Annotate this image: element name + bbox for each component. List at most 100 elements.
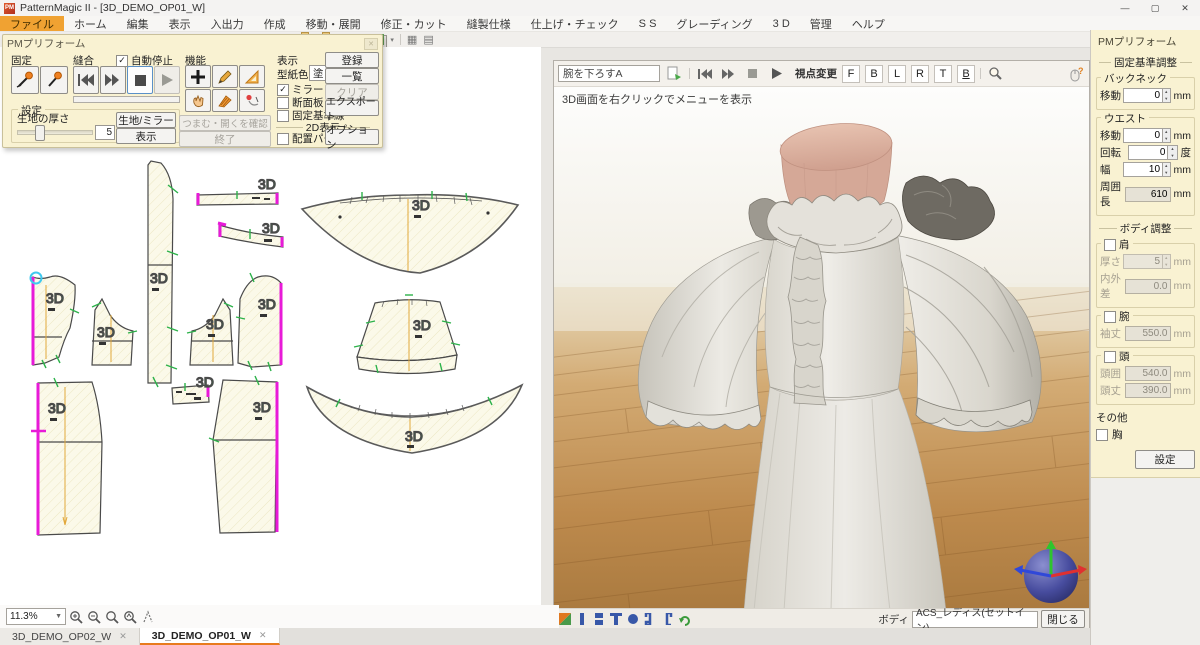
viewer-3d-scene[interactable]: 3D画面を右クリックでメニューを表示 — [554, 87, 1089, 608]
pattern-piece[interactable]: 3D — [209, 376, 277, 533]
anim-to-start-button[interactable] — [695, 65, 714, 82]
form-icon[interactable]: ▤ — [423, 34, 433, 46]
viewer-tool-icon-2[interactable] — [592, 612, 606, 626]
view-front-button[interactable]: F — [842, 65, 860, 83]
menu-help[interactable]: ヘルプ — [842, 16, 895, 31]
pattern-piece[interactable]: 3D — [197, 176, 278, 205]
minimize-button[interactable]: — — [1110, 1, 1140, 16]
menu-edit[interactable]: 編集 — [117, 16, 159, 31]
refresh-icon[interactable] — [677, 612, 691, 626]
tab-3d-demo-op02[interactable]: 3D_DEMO_OP02_W✕ — [0, 628, 140, 645]
slider-thumb[interactable] — [35, 125, 45, 141]
menu-sewing-spec[interactable]: 縫製仕様 — [457, 16, 521, 31]
waist-width-input[interactable] — [1123, 162, 1163, 177]
pattern-piece[interactable]: 3D — [354, 295, 460, 374]
register-button[interactable]: 登録 — [325, 52, 379, 68]
list-button[interactable]: 一覧 — [325, 68, 379, 84]
menu-ss[interactable]: S S — [629, 16, 667, 31]
pattern-piece[interactable]: 3D — [218, 220, 283, 247]
zoom-fit-icon[interactable] — [122, 609, 138, 625]
spinner-control[interactable]: ▲▼ — [1168, 145, 1177, 160]
pinch-open-check-button[interactable]: つまむ・開くを確認 — [179, 115, 271, 131]
menu-modify-cut[interactable]: 修正・カット — [371, 16, 457, 31]
zoom-region-icon[interactable] — [140, 609, 156, 625]
close-3d-button[interactable]: 閉じる — [1041, 610, 1085, 628]
magnifier-icon[interactable] — [986, 65, 1005, 82]
pattern-piece[interactable]: 3D — [307, 385, 522, 453]
texture-toggle-icon[interactable] — [558, 612, 572, 626]
spinner-control[interactable]: ▲▼ — [1163, 88, 1170, 103]
dropdown-arrow-icon[interactable]: ▾ — [390, 34, 394, 46]
sew-to-start-button[interactable] — [73, 66, 99, 94]
menu-create[interactable]: 作成 — [254, 16, 296, 31]
tab-close-icon[interactable]: ✕ — [259, 630, 267, 641]
view-bottom-button[interactable]: B — [957, 65, 975, 83]
pin-sew-button[interactable] — [11, 66, 39, 94]
table-icon[interactable]: ▦ — [407, 34, 417, 46]
menu-io[interactable]: 入出力 — [201, 16, 254, 31]
backneck-move-input[interactable] — [1123, 88, 1163, 103]
pen-tool-button[interactable] — [212, 65, 238, 88]
help-mouse-icon[interactable]: ? — [1066, 65, 1085, 82]
spinner-control[interactable]: ▲▼ — [1163, 128, 1170, 143]
fold-tool-button[interactable] — [212, 89, 238, 112]
viewer-tool-icon-6[interactable] — [660, 612, 674, 626]
viewer-tool-icon-5[interactable] — [643, 612, 657, 626]
menu-move-expand[interactable]: 移動・展開 — [296, 16, 371, 31]
anim-stop-button[interactable] — [743, 65, 762, 82]
set-square-tool-button[interactable] — [239, 65, 265, 88]
pattern-piece[interactable]: 3D — [31, 378, 102, 535]
shoulder-checkbox[interactable] — [1104, 239, 1116, 251]
menu-3d[interactable]: 3 D — [763, 16, 800, 31]
display-button[interactable]: 表示 — [116, 128, 176, 144]
pin-curve-tool-button[interactable] — [239, 89, 265, 112]
view-left-button[interactable]: L — [888, 65, 906, 83]
move-tool-button[interactable] — [185, 65, 211, 88]
sidebar-settings-button[interactable]: 設定 — [1135, 450, 1195, 469]
waist-move-input[interactable] — [1123, 128, 1163, 143]
waist-rotate-input[interactable] — [1128, 145, 1168, 160]
view-back-button[interactable]: B — [865, 65, 883, 83]
menu-file[interactable]: ファイル — [0, 16, 64, 31]
sew-play-button[interactable] — [154, 66, 180, 94]
chest-checkbox[interactable] — [1096, 429, 1108, 441]
sew-stop-button[interactable] — [127, 66, 153, 94]
body-name-field[interactable]: ACS_レディス(セットイン) — [912, 611, 1038, 628]
spinner-control[interactable]: ▲▼ — [1163, 162, 1170, 177]
pattern-piece[interactable]: 3D — [302, 191, 518, 273]
viewer-tool-icon-3[interactable] — [609, 612, 623, 626]
viewer-tool-icon-4[interactable] — [626, 612, 640, 626]
zoom-in-icon[interactable] — [68, 609, 84, 625]
zoom-out-icon[interactable] — [86, 609, 102, 625]
pattern-piece[interactable]: 3D — [92, 299, 137, 365]
tab-3d-demo-op01[interactable]: 3D_DEMO_OP01_W✕ — [140, 628, 280, 645]
fabric-thickness-slider[interactable] — [17, 130, 93, 135]
export-button[interactable]: エクスポート — [325, 100, 379, 116]
arm-checkbox[interactable] — [1104, 311, 1116, 323]
hand-tool-button[interactable] — [185, 89, 211, 112]
tab-close-icon[interactable]: ✕ — [119, 631, 127, 642]
menu-finish-check[interactable]: 仕上げ・チェック — [521, 16, 629, 31]
close-button[interactable]: ✕ — [1170, 1, 1200, 16]
view-right-button[interactable]: R — [911, 65, 929, 83]
zoom-level-select[interactable]: 11.3%▼ — [6, 608, 66, 625]
zoom-tool-icon[interactable] — [104, 609, 120, 625]
apply-pose-icon[interactable] — [665, 65, 684, 82]
panel-close-icon[interactable]: ✕ — [364, 38, 378, 50]
pattern-piece[interactable]: 3D — [172, 374, 214, 404]
fabric-mirror-button[interactable]: 生地/ミラー — [116, 112, 176, 128]
anim-fast-forward-button[interactable] — [719, 65, 738, 82]
options-button[interactable]: オプション — [325, 129, 379, 145]
end-button[interactable]: 終了 — [179, 131, 271, 147]
menu-view[interactable]: 表示 — [159, 16, 201, 31]
pattern-piece[interactable]: 3D — [148, 161, 178, 387]
menu-home[interactable]: ホーム — [64, 16, 117, 31]
viewer-tool-icon-1[interactable] — [575, 612, 589, 626]
view-top-button[interactable]: T — [934, 65, 952, 83]
pin-single-button[interactable] — [40, 66, 68, 94]
sew-fast-forward-button[interactable] — [100, 66, 126, 94]
anim-play-button[interactable] — [767, 65, 786, 82]
restore-button[interactable]: ▢ — [1140, 1, 1170, 16]
pattern-piece[interactable]: 3D — [187, 299, 233, 365]
menu-manage[interactable]: 管理 — [800, 16, 842, 31]
